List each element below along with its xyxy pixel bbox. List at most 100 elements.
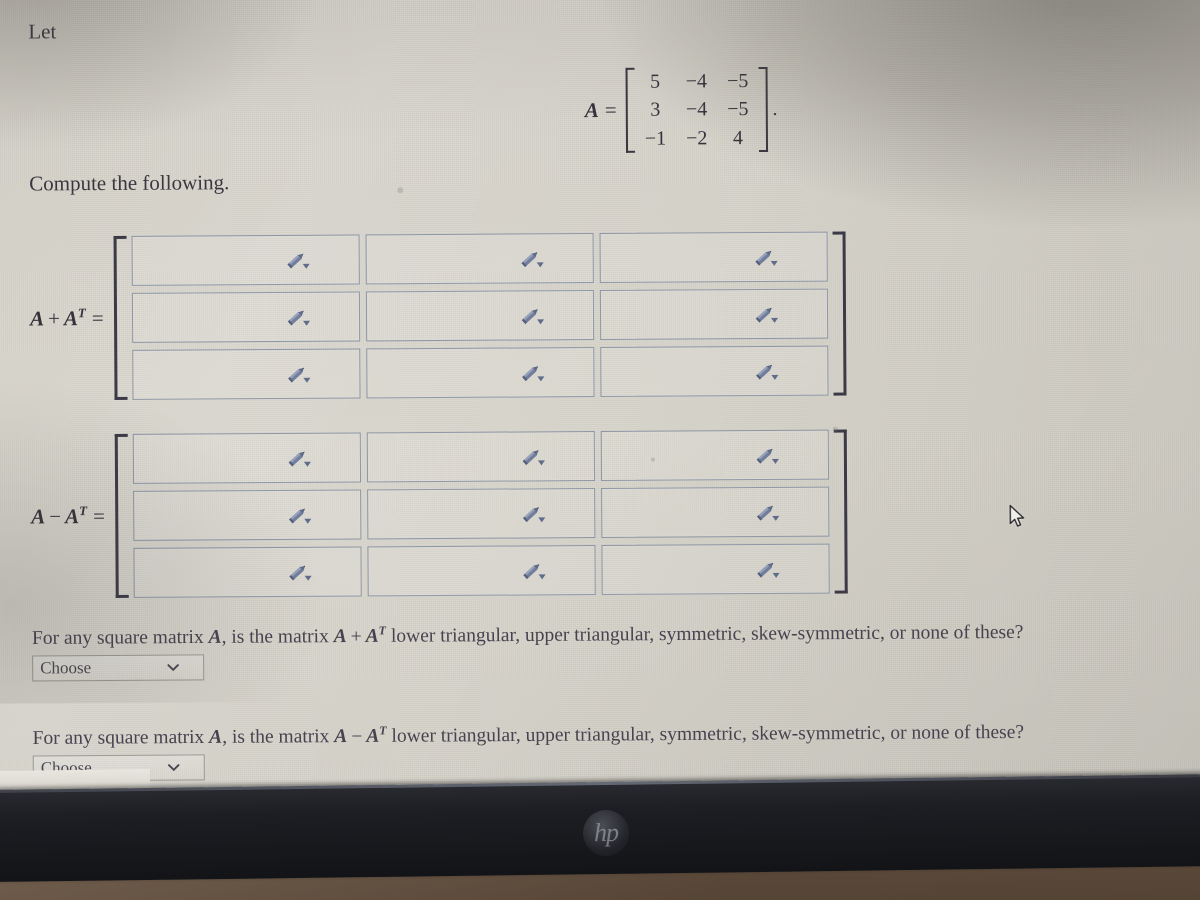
- answer-input-cell[interactable]: [365, 233, 594, 285]
- answer-right-bracket: [832, 231, 847, 396]
- answer-left-bracket: [113, 235, 128, 400]
- pencil-icon[interactable]: [287, 562, 313, 582]
- matrix-a-cell: −4: [685, 98, 708, 121]
- pencil-icon[interactable]: [753, 247, 779, 267]
- question-expr-transpose: T: [379, 723, 387, 738]
- matrix-a-values: 5 −4 −5 3 −4 −5 −1 −2 4: [634, 67, 758, 153]
- answer-grid-a-minus-at: [132, 429, 830, 598]
- answer-left-bracket: [114, 433, 129, 598]
- matrix-a-cell: 5: [650, 70, 661, 93]
- matrix-a-definition: A = 5 −4 −5 3 −4 −5 −1 −2 4 .: [584, 66, 778, 154]
- matrix-a-row: −1 −2 4: [635, 124, 759, 153]
- question-suffix: lower triangular, upper triangular, symm…: [385, 621, 1024, 647]
- pencil-icon[interactable]: [287, 448, 313, 468]
- matrix-a-row: 5 −4 −5: [634, 67, 758, 96]
- answer-input-cell[interactable]: [599, 345, 829, 398]
- answer-input-cell[interactable]: [601, 543, 830, 595]
- chevron-down-icon[interactable]: [167, 663, 179, 671]
- answer-input-cell[interactable]: [600, 429, 829, 481]
- label-a-symbol: A: [31, 504, 46, 529]
- web-page-content: Let A = 5 −4 −5 3 −4 −5 −1 −2 4 . Comput…: [0, 0, 1197, 784]
- pencil-icon[interactable]: [521, 446, 547, 466]
- pencil-icon[interactable]: [287, 505, 313, 525]
- question-expr-rhs: A: [365, 625, 379, 647]
- dust-speck: [832, 426, 838, 432]
- dust-speck: [650, 457, 655, 462]
- question-prefix: For any square matrix: [32, 726, 210, 749]
- dust-speck: [397, 187, 404, 194]
- answer-input-cell[interactable]: [366, 488, 596, 540]
- pencil-icon[interactable]: [285, 250, 311, 270]
- pencil-icon[interactable]: [755, 502, 781, 522]
- answer-block-a-plus-at: A + AT =: [30, 231, 847, 401]
- label-operator: −: [49, 504, 62, 529]
- label-equals: =: [91, 306, 104, 331]
- matrix-a-right-bracket: [758, 66, 768, 153]
- answer-input-cell[interactable]: [131, 348, 361, 400]
- pencil-icon[interactable]: [286, 307, 312, 327]
- select-value: Choose: [40, 657, 92, 677]
- pencil-icon[interactable]: [521, 503, 547, 523]
- matrix-a-row: 3 −4 −5: [635, 95, 759, 124]
- laptop-bezel: hp: [0, 773, 1200, 883]
- question-expr-operator: +: [350, 625, 362, 648]
- answer-grid-a-plus-at: [131, 231, 829, 400]
- question-sum-text: For any square matrix A, is the matrix A…: [32, 619, 1024, 650]
- answer-input-cell[interactable]: [366, 431, 595, 483]
- label-equals: =: [93, 504, 105, 529]
- label-transpose-exponent: T: [77, 305, 86, 321]
- label-a-transpose: A: [65, 504, 80, 529]
- pencil-icon[interactable]: [521, 560, 547, 580]
- question-sum-select[interactable]: Choose: [32, 653, 205, 681]
- matrix-a-cell: 3: [650, 99, 661, 122]
- answer-input-cell[interactable]: [133, 546, 362, 598]
- answer-input-cell[interactable]: [132, 489, 362, 541]
- question-expr-transpose: T: [378, 623, 387, 638]
- pencil-icon[interactable]: [754, 361, 780, 381]
- hp-logo: hp: [582, 809, 630, 857]
- answer-input-cell[interactable]: [132, 432, 361, 484]
- answer-input-cell[interactable]: [131, 234, 360, 286]
- question-prefix: For any square matrix: [31, 626, 209, 649]
- question-expr-operator: −: [351, 725, 363, 748]
- question-expr-rhs: A: [366, 725, 380, 747]
- question-middle: , is the matrix: [221, 626, 334, 648]
- answer-input-cell[interactable]: [365, 290, 594, 342]
- pencil-icon[interactable]: [520, 362, 546, 382]
- chevron-down-icon[interactable]: [168, 763, 180, 771]
- compute-instruction: Compute the following.: [29, 170, 230, 196]
- answer-label-a-plus-at: A + AT =: [30, 305, 104, 331]
- answer-input-cell[interactable]: [365, 347, 595, 399]
- question-difference: For any square matrix A, is the matrix A…: [33, 719, 1025, 781]
- label-a-transpose: A: [63, 306, 78, 331]
- matrix-a-cell: −2: [686, 127, 708, 150]
- answer-right-bracket: [833, 429, 848, 594]
- matrix-a-symbol: A: [584, 98, 599, 123]
- pencil-icon[interactable]: [754, 304, 780, 324]
- answer-input-cell[interactable]: [600, 486, 830, 538]
- mouse-pointer-icon: [1009, 504, 1025, 527]
- answer-input-cell[interactable]: [131, 291, 360, 343]
- question-variable: A: [209, 726, 223, 748]
- matrix-a-cell: 4: [732, 126, 744, 149]
- label-a-symbol: A: [29, 306, 45, 331]
- photo-of-laptop-screen: Let A = 5 −4 −5 3 −4 −5 −1 −2 4 . Comput…: [0, 0, 1200, 900]
- answer-input-cell[interactable]: [599, 288, 828, 341]
- answer-input-cell[interactable]: [367, 545, 596, 597]
- answer-label-a-minus-at: A − AT =: [31, 503, 105, 529]
- question-suffix: lower triangular, upper triangular, symm…: [386, 721, 1025, 747]
- question-expr-lhs: A: [334, 726, 348, 748]
- question-variable: A: [208, 626, 222, 648]
- answer-input-cell[interactable]: [599, 231, 828, 284]
- pencil-icon[interactable]: [755, 559, 781, 579]
- pencil-icon[interactable]: [520, 305, 546, 325]
- matrix-a-period: .: [772, 97, 778, 121]
- laptop-screen: Let A = 5 −4 −5 3 −4 −5 −1 −2 4 . Comput…: [0, 0, 1200, 794]
- matrix-a-equals: =: [604, 97, 617, 123]
- pencil-icon[interactable]: [754, 445, 780, 465]
- matrix-a-cell: −1: [644, 127, 667, 150]
- pencil-icon[interactable]: [286, 364, 312, 384]
- pencil-icon[interactable]: [519, 248, 545, 268]
- label-transpose-exponent: T: [79, 503, 88, 519]
- matrix-a-cell: −4: [685, 70, 708, 93]
